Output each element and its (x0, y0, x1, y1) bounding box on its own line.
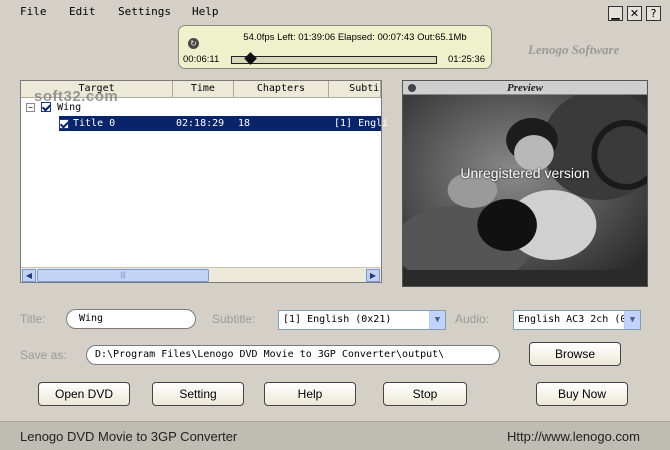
column-chapters[interactable]: Chapters (234, 81, 330, 98)
subtitle-select[interactable]: [1] English (0x21) ▼ (278, 310, 446, 330)
stop-button[interactable]: Stop (383, 382, 467, 406)
subtitle-label: Subtitle: (212, 312, 256, 326)
title-input[interactable]: Wing (66, 309, 196, 329)
audio-select[interactable]: English AC3 2ch (0: ▼ (513, 310, 641, 330)
unregistered-overlay: Unregistered version (460, 165, 590, 181)
time-elapsed: Elapsed: 00:07:43 (337, 32, 415, 43)
output-size: Out:65.1Mb (417, 32, 467, 43)
website-link[interactable]: Http://www.lenogo.com (507, 429, 640, 444)
scroll-thumb[interactable]: ||| (37, 269, 209, 282)
minimize-button[interactable]: ▁ (608, 6, 623, 21)
buy-now-button[interactable]: Buy Now (536, 382, 628, 406)
preview-header: Preview (403, 81, 647, 95)
row-title: Title 0 (73, 118, 116, 129)
help-button[interactable]: Help (264, 382, 356, 406)
row-chapters: 18 (238, 118, 251, 129)
subtitle-value: [1] English (0x21) (283, 314, 392, 325)
row-time: 02:18:29 (176, 118, 225, 129)
progress-panel: ↻ 54.0fps Left: 01:39:06 Elapsed: 00:07:… (178, 25, 492, 69)
horizontal-scrollbar[interactable]: ◀ ||| ▶ (21, 267, 381, 282)
audio-value: English AC3 2ch (0: (518, 314, 633, 325)
title-tree[interactable]: Target Time Chapters Subti − Wing Title … (20, 80, 388, 283)
preview-panel: Preview Unregistered version (402, 80, 648, 287)
seek-slider[interactable] (231, 52, 437, 65)
time-left: Left: 01:39:06 (277, 32, 336, 43)
table-row[interactable]: Title 0 02:18:29 18 [1] Engli (59, 116, 388, 131)
video-frame (403, 95, 647, 286)
column-time[interactable]: Time (173, 81, 234, 98)
position-time: 00:06:11 (183, 54, 220, 65)
seek-thumb[interactable] (244, 52, 258, 65)
setting-button[interactable]: Setting (152, 382, 244, 406)
scroll-right-icon[interactable]: ▶ (366, 269, 380, 282)
browse-button[interactable]: Browse (529, 342, 621, 366)
scroll-left-icon[interactable]: ◀ (22, 269, 36, 282)
menu-edit[interactable]: Edit (69, 5, 96, 18)
menu-settings[interactable]: Settings (118, 5, 171, 18)
help-window-button[interactable]: ? (646, 6, 661, 21)
row-checkbox-wrap[interactable] (59, 116, 69, 131)
fps-value: 54.0fps (243, 32, 275, 43)
progress-status: 54.0fps Left: 01:39:06 Elapsed: 00:07:43… (179, 32, 491, 43)
menu-help[interactable]: Help (192, 5, 219, 18)
row-subtitle: [1] Engli (334, 118, 389, 129)
close-button[interactable]: ✕ (627, 6, 642, 21)
output-path-input[interactable]: D:\Program Files\Lenogo DVD Movie to 3GP… (86, 345, 500, 365)
brand-logo: Lenogo Software (528, 42, 620, 57)
status-bar: Lenogo DVD Movie to 3GP Converter Http:/… (0, 421, 670, 450)
title-label: Title: (20, 312, 46, 326)
row-checkbox[interactable] (59, 119, 69, 129)
app-name: Lenogo DVD Movie to 3GP Converter (20, 429, 238, 444)
audio-label: Audio: (455, 312, 490, 326)
preview-title: Preview (506, 82, 544, 94)
end-time: 01:25:36 (448, 54, 485, 65)
menu-file[interactable]: File (20, 5, 47, 18)
column-subtitle[interactable]: Subti (329, 81, 381, 98)
chevron-down-icon[interactable]: ▼ (624, 311, 640, 329)
watermark: soft32.com (34, 88, 119, 105)
chevron-down-icon[interactable]: ▼ (429, 311, 445, 329)
saveas-label: Save as: (20, 348, 67, 362)
open-dvd-button[interactable]: Open DVD (38, 382, 130, 406)
